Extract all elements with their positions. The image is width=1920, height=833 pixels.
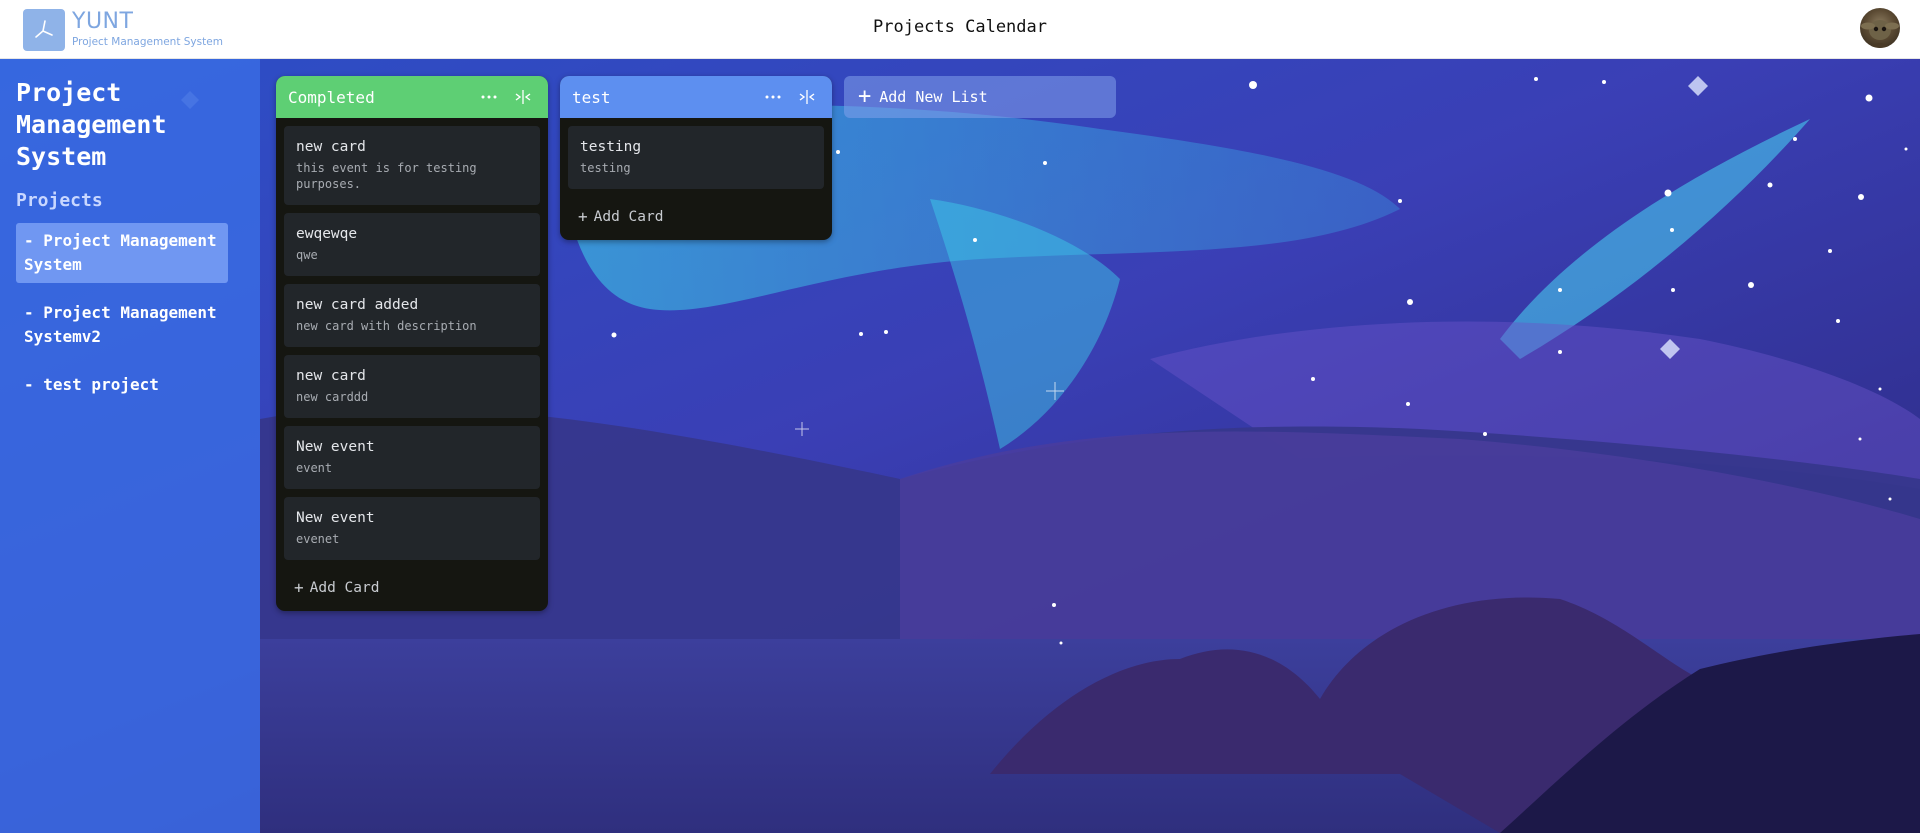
card-description: testing: [580, 161, 631, 175]
plus-icon: +: [294, 578, 304, 597]
card[interactable]: New event event: [284, 426, 540, 489]
card-description: evenet: [296, 532, 340, 546]
list-completed: Completed new card this event is for tes…: [276, 76, 548, 611]
page-title: Projects Calendar: [873, 17, 1047, 37]
card-description: new carddd: [296, 390, 369, 404]
list-header: test: [560, 76, 832, 118]
project-list: - Project Management System - Project Ma…: [16, 223, 244, 403]
logo-subtitle: Project Management System: [72, 36, 223, 48]
card-title: new card: [296, 139, 366, 155]
card-title: ewqewqe: [296, 226, 358, 242]
more-horizontal-icon[interactable]: [760, 84, 786, 110]
list-title: test: [572, 87, 611, 107]
projects-heading: Projects: [16, 190, 103, 211]
add-new-list-label: Add New List: [879, 88, 988, 106]
card-description: event: [296, 461, 333, 475]
card-title: New event: [296, 439, 375, 455]
card[interactable]: new card this event is for testing purpo…: [284, 126, 540, 205]
top-bar: YUNT Project Management System Projects …: [0, 0, 1920, 59]
add-new-list-button[interactable]: + Add New List: [844, 76, 1116, 118]
card-title: New event: [296, 510, 375, 526]
user-avatar[interactable]: [1860, 8, 1900, 48]
add-card-button[interactable]: + Add Card: [560, 199, 832, 240]
list-header: Completed: [276, 76, 548, 118]
card-description: this event is for testing purposes.: [296, 161, 477, 191]
add-card-label: Add Card: [593, 208, 664, 225]
card[interactable]: new card added new card with description: [284, 284, 540, 347]
card-list: testing testing: [560, 118, 832, 199]
sidebar-item-project-management-system[interactable]: - Project Management System: [16, 223, 228, 283]
plus-icon: +: [858, 84, 872, 109]
collapse-horizontal-icon[interactable]: [794, 84, 820, 110]
card-title: testing: [580, 139, 642, 155]
card-description: new card with description: [296, 319, 477, 333]
sidebar-title: Project Management System: [16, 78, 167, 171]
more-horizontal-icon[interactable]: [476, 84, 502, 110]
plus-icon: +: [578, 207, 588, 226]
sidebar-item-project-management-systemv2[interactable]: - Project Management Systemv2: [16, 295, 228, 355]
collapse-horizontal-icon[interactable]: [510, 84, 536, 110]
card[interactable]: new card new carddd: [284, 355, 540, 418]
add-card-label: Add Card: [309, 579, 380, 596]
card-description: qwe: [296, 248, 318, 262]
card[interactable]: testing testing: [568, 126, 824, 189]
sidebar: Project Management System Projects - Pro…: [0, 59, 260, 833]
list-title: Completed: [288, 87, 375, 107]
list-test: test testing testing + Add Card: [560, 76, 832, 240]
card-title: new card added: [296, 297, 419, 313]
card[interactable]: ewqewqe qwe: [284, 213, 540, 276]
add-card-button[interactable]: + Add Card: [276, 570, 548, 611]
sidebar-item-test-project[interactable]: - test project: [16, 367, 228, 403]
card-list: new card this event is for testing purpo…: [276, 118, 548, 570]
card-title: new card: [296, 368, 366, 384]
card[interactable]: New event evenet: [284, 497, 540, 560]
